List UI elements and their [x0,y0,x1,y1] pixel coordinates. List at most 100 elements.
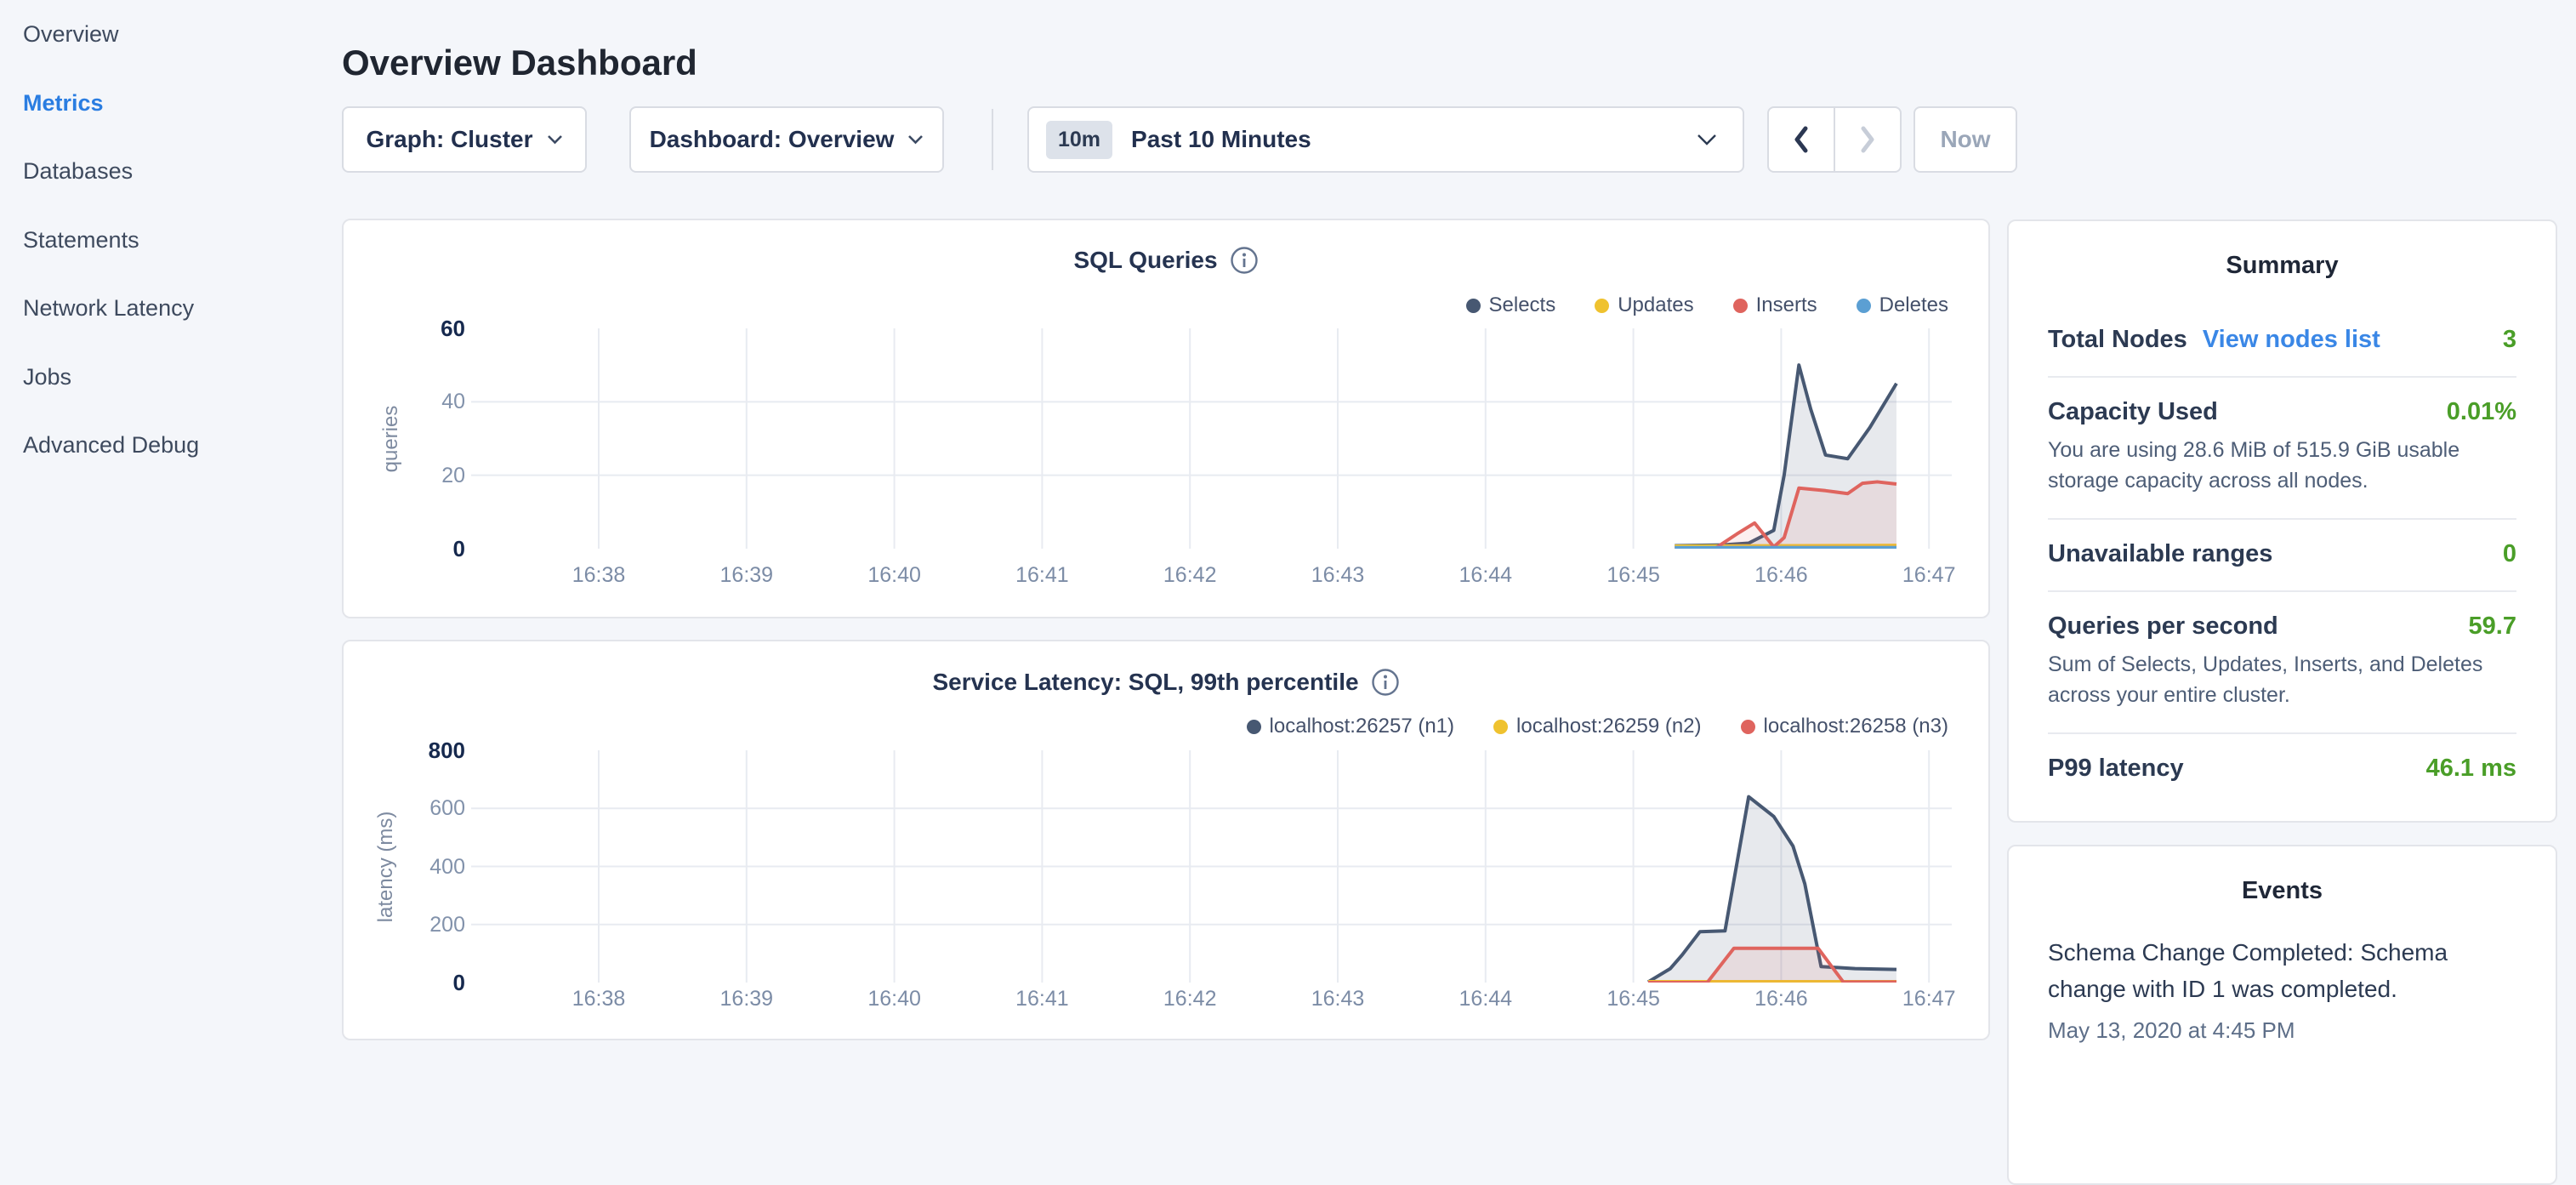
y-tick-label: 0 [389,968,465,997]
chart-title-row: SQL Queries [344,246,1988,275]
x-tick-label: 16:41 [982,563,1101,588]
summary-row-left: Total Nodes View nodes list [2048,326,2380,354]
x-tick-label: 16:43 [1278,987,1397,1011]
dashboard-dropdown-label: Dashboard: Overview [650,126,895,153]
summary-label: Unavailable ranges [2048,540,2272,567]
legend-dot-icon [1247,720,1261,734]
summary-value: 46.1 ms [2426,755,2516,783]
legend-dot-icon [1857,299,1871,313]
summary-row-main: Total Nodes View nodes list 3 [2048,326,2516,354]
service-latency-chart-card: Service Latency: SQL, 99th percentile loc… [342,640,1990,1040]
summary-row-main: Unavailable ranges 0 [2048,540,2516,568]
legend-item-selects[interactable]: Selects [1466,293,1556,317]
chart-plot-area[interactable] [471,750,1952,983]
info-icon[interactable] [1371,668,1400,697]
summary-row-capacity-used: Capacity Used0.01%You are using 28.6 MiB… [2048,378,2516,520]
summary-description: Sum of Selects, Updates, Inserts, and De… [2048,649,2516,710]
sidebar-item-network-latency[interactable]: Network Latency [23,293,194,323]
y-tick-label: 800 [389,736,465,765]
sidebar-item-jobs[interactable]: Jobs [23,362,71,392]
x-tick-label: 16:44 [1426,563,1545,588]
summary-value: 3 [2503,326,2516,354]
legend-label: Inserts [1756,293,1817,317]
chart-legend: Selects Updates Inserts Deletes [1466,293,1949,317]
summary-label: Capacity Used [2048,398,2218,425]
sidebar-item-databases[interactable]: Databases [23,156,133,186]
time-range-label: Past 10 Minutes [1131,126,1697,153]
legend-dot-icon [1741,720,1755,734]
x-tick-label: 16:45 [1574,563,1693,588]
summary-row-total-nodes: Total Nodes View nodes list 3 [2048,292,2516,378]
chart-title: SQL Queries [1073,247,1217,274]
x-tick-label: 16:38 [539,563,658,588]
sidebar-item-statements[interactable]: Statements [23,225,139,255]
legend-label: Deletes [1879,293,1948,317]
legend-item-inserts[interactable]: Inserts [1733,293,1817,317]
view-nodes-list-link[interactable]: View nodes list [2203,326,2380,353]
legend-item-updates[interactable]: Updates [1595,293,1693,317]
graph-dropdown[interactable]: Graph: Cluster [342,106,587,173]
sidebar-item-overview[interactable]: Overview [23,19,119,49]
x-tick-label: 16:42 [1130,563,1249,588]
legend-label: Updates [1618,293,1693,317]
x-tick-label: 16:44 [1426,987,1545,1011]
legend-dot-icon [1595,299,1609,313]
summary-row-queries-per-second: Queries per second59.7 Sum of Selects, Up… [2048,592,2516,734]
summary-row-p99-latency: P99 latency 46.1 ms [2048,734,2516,805]
dashboard-dropdown[interactable]: Dashboard: Overview [629,106,944,173]
legend-item-localhost-26259-n2-[interactable]: localhost:26259 (n2) [1493,715,1701,738]
summary-row-main: Queries per second59.7 [2048,612,2516,641]
events-list: Schema Change Completed: Schema change w… [2009,934,2556,1045]
summary-panel: Summary Total Nodes View nodes list 3 Capac… [2007,219,2557,823]
x-tick-label: 16:40 [835,563,954,588]
chevron-right-icon [1858,125,1877,154]
chevron-down-icon [547,134,563,145]
time-range-badge: 10m [1046,121,1112,159]
event-item[interactable]: Schema Change Completed: Schema change w… [2048,934,2516,1045]
y-axis-title: latency (ms) [374,811,398,922]
legend-item-deletes[interactable]: Deletes [1857,293,1948,317]
x-tick-label: 16:46 [1721,563,1840,588]
x-tick-label: 16:39 [687,987,806,1011]
events-title: Events [2009,846,2556,905]
time-prev-button[interactable] [1769,108,1835,171]
x-tick-label: 16:42 [1130,987,1249,1011]
event-text: Schema Change Completed: Schema change w… [2048,934,2516,1007]
summary-label: P99 latency [2048,755,2184,782]
events-panel: Events Schema Change Completed: Schema c… [2007,845,2557,1185]
summary-description: You are using 28.6 MiB of 515.9 GiB usab… [2048,435,2516,496]
legend-label: localhost:26257 (n1) [1270,715,1454,738]
event-timestamp: May 13, 2020 at 4:45 PM [2048,1016,2516,1045]
time-range-dropdown[interactable]: 10m Past 10 Minutes [1027,106,1744,173]
legend-label: localhost:26258 (n3) [1764,715,1948,738]
x-tick-label: 16:41 [982,987,1101,1011]
summary-row-left: Unavailable ranges [2048,540,2272,568]
summary-row-left: Capacity Used [2048,398,2218,426]
sidebar-item-advanced-debug[interactable]: Advanced Debug [23,430,199,460]
x-tick-label: 16:38 [539,987,658,1011]
info-icon[interactable] [1230,246,1259,275]
legend-item-localhost-26258-n3-[interactable]: localhost:26258 (n3) [1741,715,1948,738]
x-tick-label: 16:47 [1869,563,1988,588]
summary-row-main: P99 latency 46.1 ms [2048,755,2516,783]
time-next-button[interactable] [1835,108,1900,171]
chart-plot-area[interactable] [471,328,1952,549]
summary-label: Total Nodes [2048,326,2187,353]
summary-row-unavailable-ranges: Unavailable ranges 0 [2048,520,2516,592]
legend-label: Selects [1489,293,1556,317]
sidebar-item-metrics[interactable]: Metrics [23,88,104,118]
y-tick-label: 200 [389,910,465,939]
legend-label: localhost:26259 (n2) [1516,715,1701,738]
summary-row-left: P99 latency [2048,755,2184,783]
sql-queries-chart-card: SQL Queries Selects Updates Inserts Deletes 1… [342,219,1990,618]
now-button[interactable]: Now [1914,106,2017,173]
controls-divider [992,109,993,170]
chevron-down-icon [907,134,924,145]
x-tick-label: 16:40 [835,987,954,1011]
summary-title: Summary [2009,221,2556,280]
time-nav-group [1767,106,1902,173]
chart-title-row: Service Latency: SQL, 99th percentile [344,668,1988,697]
summary-value: 59.7 [2469,612,2516,641]
summary-value: 0 [2503,540,2516,568]
legend-item-localhost-26257-n1-[interactable]: localhost:26257 (n1) [1247,715,1454,738]
